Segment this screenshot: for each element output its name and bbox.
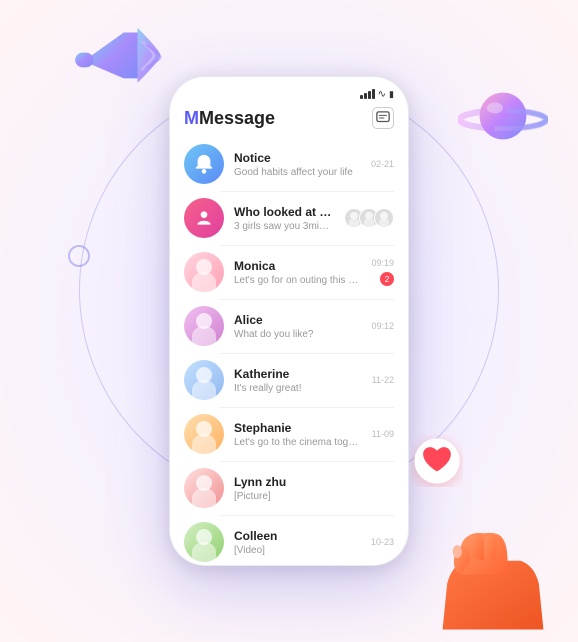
phone-notch [254,77,324,99]
message-meta: 11-22 [372,375,394,385]
message-list: Notice Good habits affect your life 02-2… [170,137,408,566]
avatar [184,306,224,346]
battery-icon: ▮ [389,89,394,100]
message-content: Monica Let's go for on outing this weeke… [234,259,361,286]
message-content: Notice Good habits affect your life [234,151,361,178]
heart-icon [411,435,463,487]
message-meta [344,208,394,228]
list-item[interactable]: Alice What do you like? 09:12 [170,299,408,353]
message-meta: 09:19 2 [371,258,394,286]
viewer-avatars [344,208,394,228]
signal-icon [360,89,375,99]
avatar [184,144,224,184]
message-meta: 11-09 [372,429,394,439]
avatar [184,414,224,454]
compose-icon[interactable] [372,107,394,129]
list-item[interactable]: Lynn zhu [Picture] [170,461,408,515]
message-content: Who looked at me 3 girls saw you 3mine a… [234,205,334,232]
message-content: Alice What do you like? [234,313,361,340]
megaphone-icon [55,5,165,115]
wifi-icon: ∿ [378,89,386,100]
list-item[interactable]: Notice Good habits affect your life 02-2… [170,137,408,191]
phone-frame: ∿ ▮ MMessage Notice Goo [169,76,409,566]
message-content: Katherine It's really great! [234,367,362,394]
avatar [184,360,224,400]
message-meta: 02-21 [371,159,394,169]
avatar [184,198,224,238]
planet-icon [458,80,548,150]
message-content: Lynn zhu [Picture] [234,475,384,502]
small-circle-decoration [68,245,90,267]
list-item[interactable]: Colleen [Video] 10-23 [170,515,408,566]
app-title: MMessage [184,108,275,129]
message-content: Stephanie Let's go to the cinema togethe… [234,421,362,448]
message-meta: 09:12 [371,321,394,331]
list-item[interactable]: Who looked at me 3 girls saw you 3mine a… [170,191,408,245]
message-meta: 10-23 [371,537,394,547]
message-content: Colleen [Video] [234,529,361,556]
app-header: MMessage [170,105,408,137]
avatar [184,252,224,292]
list-item[interactable]: Katherine It's really great! 11-22 [170,353,408,407]
avatar [184,522,224,562]
hand-icon [438,492,548,632]
unread-badge: 2 [380,272,394,286]
list-item[interactable]: Stephanie Let's go to the cinema togethe… [170,407,408,461]
list-item[interactable]: Monica Let's go for on outing this weeke… [170,245,408,299]
avatar [184,468,224,508]
